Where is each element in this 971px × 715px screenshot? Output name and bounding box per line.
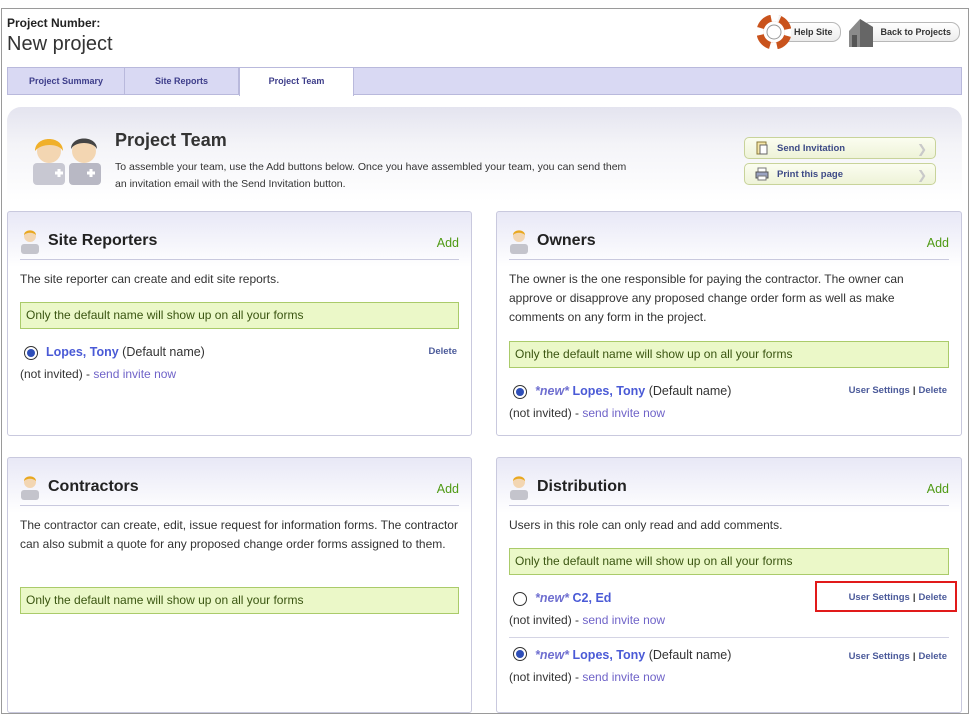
member-name[interactable]: Lopes, Tony: [573, 384, 646, 398]
send-invite-link[interactable]: send invite now: [93, 367, 176, 381]
lifebuoy-icon: [756, 15, 791, 49]
member-actions: User Settings | Delete: [849, 651, 947, 662]
member-line: *new* C2, Ed: [535, 591, 611, 605]
panel-title: Distribution: [537, 478, 627, 495]
member-actions: User Settings | Delete: [849, 385, 947, 396]
add-owner-button[interactable]: Add: [927, 236, 949, 250]
panel-header: Owners Add: [509, 226, 949, 260]
tab-site-reports[interactable]: Site Reports: [125, 68, 239, 95]
invite-status: (not invited) - send invite now: [20, 367, 176, 381]
document-send-icon: [756, 141, 768, 155]
default-name-label: (Default name): [122, 345, 205, 359]
panel-header: Site Reporters Add: [20, 226, 459, 260]
member-line: *new* Lopes, Tony (Default name): [535, 648, 731, 662]
new-tag: *new*: [535, 384, 570, 398]
print-page-button[interactable]: Print this page ❯: [744, 163, 936, 185]
person-icon: [510, 230, 528, 254]
not-invited-label: (not invited) -: [509, 406, 583, 420]
not-invited-label: (not invited) -: [509, 670, 583, 684]
user-settings-link[interactable]: User Settings: [849, 651, 910, 662]
member-line: Lopes, Tony (Default name): [46, 345, 205, 359]
panel-header: Distribution Add: [509, 472, 949, 506]
default-radio[interactable]: [513, 647, 527, 661]
send-invitation-button[interactable]: Send Invitation ❯: [744, 137, 936, 159]
send-invite-link[interactable]: send invite now: [582, 613, 665, 627]
chevron-right-icon: ❯: [916, 168, 927, 182]
house-icon: [849, 19, 874, 47]
back-to-projects-button[interactable]: Back to Projects: [847, 15, 960, 49]
default-name-notice: Only the default name will show up on al…: [20, 302, 459, 329]
member-row: Lopes, Tony (Default name) Delete (not i…: [20, 343, 459, 388]
panel-title: Site Reporters: [48, 232, 158, 249]
project-name: New project: [7, 33, 113, 55]
delete-link[interactable]: Delete: [428, 346, 457, 357]
send-invite-link[interactable]: send invite now: [582, 670, 665, 684]
delete-link[interactable]: Delete: [918, 385, 947, 396]
add-contractor-button[interactable]: Add: [437, 482, 459, 496]
person-icon: [21, 230, 39, 254]
member-row: *new* Lopes, Tony (Default name) User Se…: [509, 637, 949, 684]
invite-status: (not invited) - send invite now: [509, 406, 665, 420]
tab-project-summary[interactable]: Project Summary: [8, 68, 125, 95]
person-icon: [21, 476, 39, 500]
panel-description: The owner is the one responsible for pay…: [509, 272, 904, 324]
site-reporters-panel: Site Reporters Add The site reporter can…: [7, 211, 472, 436]
default-name-label: (Default name): [648, 648, 732, 662]
add-distribution-button[interactable]: Add: [927, 482, 949, 496]
user-settings-link[interactable]: User Settings: [849, 385, 910, 396]
default-radio[interactable]: [513, 385, 527, 399]
not-invited-label: (not invited) -: [509, 613, 583, 627]
not-invited-label: (not invited) -: [20, 367, 94, 381]
banner-description: To assemble your team, use the Add butto…: [115, 161, 627, 190]
member-name[interactable]: C2, Ed: [573, 591, 612, 605]
separator: |: [912, 385, 916, 396]
banner-title: Project Team: [115, 130, 227, 150]
panel-description: Users in this role can only read and add…: [509, 518, 783, 532]
tab-bar: Project Summary Site Reports Project Tea…: [7, 67, 962, 96]
invite-status: (not invited) - send invite now: [509, 670, 665, 684]
chevron-right-icon: ❯: [916, 142, 927, 156]
default-radio[interactable]: [513, 592, 527, 606]
new-tag: *new*: [535, 591, 570, 605]
contractors-panel: Contractors Add The contractor can creat…: [7, 457, 472, 713]
separator: |: [912, 651, 916, 662]
default-name-notice: Only the default name will show up on al…: [509, 341, 949, 368]
new-tag: *new*: [535, 648, 570, 662]
project-number-label: Project Number:: [7, 16, 101, 30]
panel-description: The site reporter can create and edit si…: [20, 272, 280, 286]
panel-description: The contractor can create, edit, issue r…: [20, 518, 458, 551]
highlight-box: [815, 581, 957, 612]
panel-title: Owners: [537, 232, 596, 249]
print-page-label: Print this page: [777, 168, 843, 180]
member-name[interactable]: Lopes, Tony: [573, 648, 646, 662]
owners-panel: Owners Add The owner is the one responsi…: [496, 211, 962, 436]
invite-status: (not invited) - send invite now: [509, 613, 665, 627]
project-team-banner: Project Team To assemble your team, use …: [7, 107, 962, 202]
send-invite-link[interactable]: send invite now: [582, 406, 665, 420]
send-invitation-label: Send Invitation: [777, 142, 846, 154]
team-people-icon: [33, 138, 101, 185]
top-buttons: Help Site Back to Projects: [756, 15, 960, 49]
default-name-notice: Only the default name will show up on al…: [20, 587, 459, 614]
panel-title: Contractors: [48, 478, 139, 495]
help-site-button[interactable]: Help Site: [756, 15, 842, 49]
add-site-reporter-button[interactable]: Add: [437, 236, 459, 250]
default-name-notice: Only the default name will show up on al…: [509, 548, 949, 575]
panel-header: Contractors Add: [20, 472, 459, 506]
printer-icon: [755, 167, 769, 181]
person-icon: [510, 476, 528, 500]
tab-project-team[interactable]: Project Team: [239, 68, 354, 96]
default-radio[interactable]: [24, 346, 38, 360]
member-name[interactable]: Lopes, Tony: [46, 345, 119, 359]
default-name-label: (Default name): [648, 384, 732, 398]
member-line: *new* Lopes, Tony (Default name): [535, 384, 731, 398]
delete-link[interactable]: Delete: [918, 651, 947, 662]
member-row: *new* Lopes, Tony (Default name) User Se…: [509, 382, 949, 427]
member-actions: Delete: [428, 346, 457, 357]
